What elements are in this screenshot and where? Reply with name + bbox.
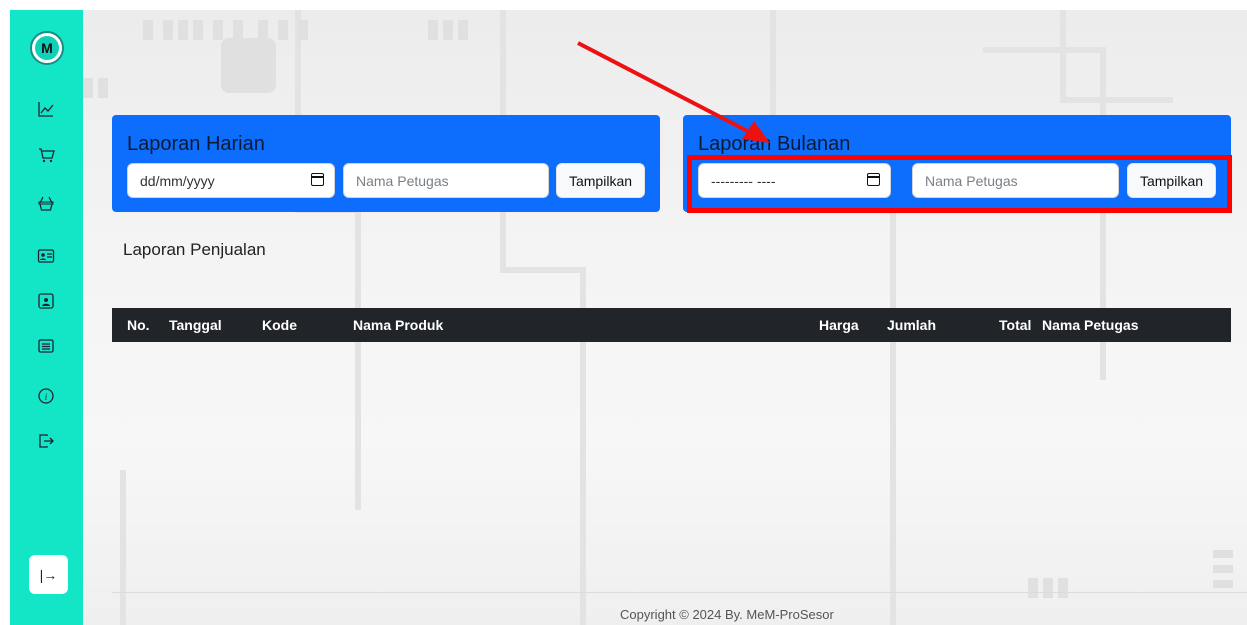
footer-copyright: Copyright © 2024 By. MeM-ProSesor bbox=[620, 607, 834, 622]
id-card-icon[interactable] bbox=[35, 245, 57, 267]
laporan-penjualan-title: Laporan Penjualan bbox=[123, 240, 266, 259]
app-logo[interactable]: M bbox=[30, 31, 64, 65]
sidebar: M i |→ bbox=[10, 10, 83, 625]
cart-icon[interactable] bbox=[35, 144, 57, 166]
calendar-icon[interactable] bbox=[311, 173, 324, 186]
th-harga: Harga bbox=[819, 317, 859, 333]
th-nama-petugas: Nama Petugas bbox=[1042, 317, 1139, 333]
th-nama-produk: Nama Produk bbox=[353, 317, 444, 333]
sidebar-collapse-button[interactable]: |→ bbox=[29, 555, 68, 594]
app-frame: M i |→ Laporan Harian dd/mm/yyyy Nama Pe… bbox=[10, 10, 1247, 625]
harian-date-input[interactable]: dd/mm/yyyy bbox=[127, 163, 335, 198]
harian-date-placeholder: dd/mm/yyyy bbox=[140, 172, 215, 189]
logo-letter: M bbox=[35, 36, 59, 60]
footer-divider bbox=[112, 592, 1247, 593]
harian-petugas-input[interactable]: Nama Petugas bbox=[343, 163, 549, 198]
th-tanggal: Tanggal bbox=[169, 317, 222, 333]
logout-icon[interactable] bbox=[35, 430, 57, 452]
th-jumlah: Jumlah bbox=[887, 317, 937, 333]
laporan-harian-title: Laporan Harian bbox=[127, 133, 265, 155]
person-screen-icon[interactable] bbox=[35, 290, 57, 312]
list-icon[interactable] bbox=[35, 335, 57, 357]
chart-line-icon[interactable] bbox=[35, 98, 57, 120]
info-icon[interactable]: i bbox=[35, 385, 57, 407]
th-no: No. bbox=[127, 317, 150, 333]
svg-text:i: i bbox=[45, 392, 48, 402]
sales-table-header: No. Tanggal Kode Nama Produk Harga Jumla… bbox=[112, 308, 1231, 342]
annotation-arrow-icon bbox=[577, 41, 770, 143]
harian-tampilkan-button[interactable]: Tampilkan bbox=[556, 163, 645, 198]
th-total: Total bbox=[999, 317, 1032, 333]
basket-icon[interactable] bbox=[35, 192, 57, 214]
th-kode: Kode bbox=[262, 317, 297, 333]
annotation-highlight-box bbox=[687, 155, 1232, 213]
harian-petugas-placeholder: Nama Petugas bbox=[356, 172, 449, 189]
